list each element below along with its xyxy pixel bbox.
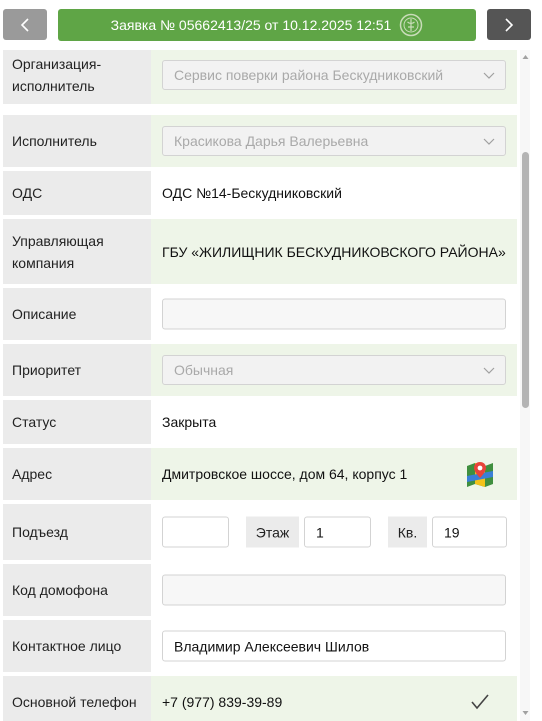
company-cell: ГБУ «ЖИЛИЩНИК БЕСКУДНИКОВСКОГО РАЙОНА»: [151, 219, 517, 284]
company-value: ГБУ «ЖИЛИЩНИК БЕСКУДНИКОВСКОГО РАЙОНА»: [162, 243, 506, 260]
address-cell: Дмитровское шоссе, дом 64, корпус 1: [151, 448, 517, 500]
check-icon: [471, 694, 489, 710]
executor-row: Исполнитель Красикова Дарья Валерьевна: [0, 115, 517, 167]
executor-select[interactable]: Красикова Дарья Валерьевна: [162, 126, 506, 156]
contact-row: Контактное лицо Владимир Алексеевич Шило…: [0, 620, 517, 672]
contact-input[interactable]: Владимир Алексеевич Шилов: [162, 630, 506, 662]
intercom-input[interactable]: [162, 574, 506, 606]
executor-label: Исполнитель: [3, 115, 151, 167]
org-row: Организация-исполнитель Сервис поверки р…: [0, 50, 517, 104]
entrance-row: Подъезд Этаж 1 Кв. 19: [0, 504, 517, 560]
emblem-icon: [400, 13, 423, 37]
phone-label: Основной телефон: [3, 676, 151, 721]
entrance-input[interactable]: [162, 516, 229, 548]
org-select-value: Сервис поверки района Бескудниковский: [174, 66, 444, 83]
scroll-down-arrow-icon[interactable]: [522, 710, 529, 716]
address-row: Адрес Дмитровское шоссе, дом 64, корпус …: [0, 448, 517, 500]
entrance-cell: Этаж 1 Кв. 19: [151, 504, 517, 560]
entrance-label: Подъезд: [3, 504, 151, 560]
address-label: Адрес: [3, 448, 151, 500]
description-cell: [151, 288, 517, 340]
ods-cell: ОДС №14-Бескудниковский: [151, 171, 517, 215]
intercom-label: Код домофона: [3, 564, 151, 616]
apartment-label: Кв.: [388, 516, 427, 548]
priority-select[interactable]: Обычная: [162, 355, 506, 385]
description-row: Описание: [0, 288, 517, 340]
intercom-cell: [151, 564, 517, 616]
ods-label: ОДС: [3, 171, 151, 215]
phone-value: +7 (977) 839-39-89: [162, 694, 283, 710]
ods-row: ОДС ОДС №14-Бескудниковский: [0, 171, 517, 215]
scroll-up-arrow-icon[interactable]: [522, 54, 529, 60]
status-label: Статус: [3, 400, 151, 444]
floor-input[interactable]: 1: [304, 516, 371, 548]
scrollbar[interactable]: [520, 50, 530, 721]
chevron-left-icon: [20, 17, 29, 32]
chevron-down-icon: [483, 72, 495, 79]
intercom-row: Код домофона: [0, 564, 517, 616]
org-select[interactable]: Сервис поверки района Бескудниковский: [162, 59, 506, 90]
request-title-bar: Заявка № 05662413/25 от 10.12.2025 12:51: [58, 9, 476, 41]
description-input[interactable]: [162, 298, 506, 330]
phone-row: Основной телефон +7 (977) 839-39-89: [0, 676, 517, 721]
executor-select-value: Красикова Дарья Валерьевна: [174, 133, 369, 149]
scrollbar-thumb[interactable]: [522, 152, 529, 408]
contact-label: Контактное лицо: [3, 620, 151, 672]
org-label: Организация-исполнитель: [3, 50, 151, 104]
priority-cell: Обычная: [151, 344, 517, 396]
status-cell: Закрыта: [151, 400, 517, 444]
status-value: Закрыта: [162, 414, 217, 430]
map-icon[interactable]: [465, 459, 495, 489]
priority-row: Приоритет Обычная: [0, 344, 517, 396]
priority-select-value: Обычная: [174, 362, 234, 378]
priority-label: Приоритет: [3, 344, 151, 396]
company-label: Управляющая компания: [3, 219, 151, 284]
executor-cell: Красикова Дарья Валерьевна: [151, 115, 517, 167]
description-label: Описание: [3, 288, 151, 340]
phone-cell: +7 (977) 839-39-89: [151, 676, 517, 721]
status-row: Статус Закрыта: [0, 400, 517, 444]
company-row: Управляющая компания ГБУ «ЖИЛИЩНИК БЕСКУ…: [0, 219, 517, 284]
floor-label: Этаж: [246, 516, 299, 548]
chevron-down-icon: [483, 367, 495, 374]
contact-cell: Владимир Алексеевич Шилов: [151, 620, 517, 672]
ods-value: ОДС №14-Бескудниковский: [162, 185, 342, 201]
header: Заявка № 05662413/25 от 10.12.2025 12:51: [0, 0, 542, 50]
org-cell: Сервис поверки района Бескудниковский: [151, 50, 517, 104]
chevron-down-icon: [483, 138, 495, 145]
request-form: Организация-исполнитель Сервис поверки р…: [0, 50, 520, 721]
address-value: Дмитровское шоссе, дом 64, корпус 1: [162, 466, 408, 482]
chevron-right-icon: [505, 17, 514, 32]
page-title: Заявка № 05662413/25 от 10.12.2025 12:51: [110, 17, 392, 33]
apartment-input[interactable]: 19: [432, 516, 507, 548]
previous-button[interactable]: [3, 9, 47, 40]
next-button[interactable]: [487, 9, 531, 40]
